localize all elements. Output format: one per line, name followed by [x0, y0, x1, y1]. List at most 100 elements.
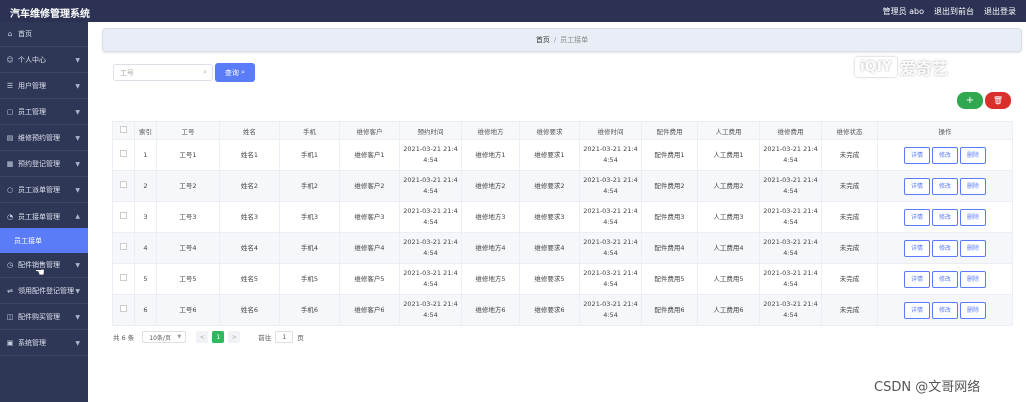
cell-customer: 维修客户1 — [339, 139, 400, 171]
row-select-cell[interactable] — [112, 170, 135, 202]
detail-button[interactable]: 详情 — [904, 146, 930, 164]
cell-repair-request: 维修要求1 — [519, 139, 580, 171]
cell-parts-cost: 配件费用3 — [641, 201, 698, 233]
search-button[interactable]: 查询 ⌕ — [215, 63, 255, 82]
edit-button[interactable]: 修改 — [932, 270, 958, 288]
detail-button[interactable]: 详情 — [904, 177, 930, 195]
sidebar-item-system[interactable]: ▣ 系统管理 ▼ — [0, 331, 88, 356]
cell-index: 3 — [134, 201, 157, 233]
sidebar-item-repair-appointment[interactable]: ▤ 维修预约管理 ▼ — [0, 126, 88, 151]
cell-repair-cost: 2021-03-21 21:4 4:54 — [759, 294, 822, 326]
edit-button[interactable]: 修改 — [932, 301, 958, 319]
row-checkbox[interactable] — [120, 242, 127, 250]
row-select-cell[interactable] — [112, 201, 135, 233]
detail-button[interactable]: 详情 — [904, 208, 930, 226]
page-number-current[interactable]: 1 — [212, 331, 225, 343]
cell-name: 姓名6 — [219, 294, 280, 326]
cell-name: 姓名2 — [219, 170, 280, 202]
delete-button[interactable]: 删除 — [960, 301, 986, 319]
row-select-cell[interactable] — [112, 294, 135, 326]
delete-button[interactable]: 删除 — [960, 208, 986, 226]
delete-button[interactable]: 删除 — [960, 146, 986, 164]
datetime-date: 2021-03-21 21:4 — [583, 238, 638, 246]
table-row[interactable]: 6 工号6 姓名6 手机6 维修客户6 2021-03-21 21:4 4:54 维修地方6 维… — [112, 294, 1013, 326]
sidebar-item-label: 员工管理 — [18, 108, 46, 116]
goto-page-input[interactable]: 1 — [275, 331, 294, 343]
table-row[interactable]: 2 工号2 姓名2 手机2 维修客户2 2021-03-21 21:4 4:54 维修地方2 维… — [112, 170, 1013, 202]
chevron-down-icon: ▼ — [75, 314, 80, 321]
datetime-date: 2021-03-21 21:4 — [763, 176, 818, 184]
cell-actions: 详情 修改 删除 — [877, 263, 1013, 295]
row-select-cell[interactable] — [112, 263, 135, 295]
sidebar-item-users[interactable]: ☰ 用户管理 ▼ — [0, 74, 88, 99]
row-select-cell[interactable] — [112, 139, 135, 171]
datetime-time: 4:54 — [783, 156, 798, 164]
cell-repair-cost: 2021-03-21 21:4 4:54 — [759, 232, 822, 264]
cell-labor-cost: 人工费用2 — [697, 170, 760, 202]
trash-icon: 🗑 — [992, 96, 1004, 105]
datetime-date: 2021-03-21 21:4 — [583, 207, 638, 215]
detail-button[interactable]: 详情 — [904, 301, 930, 319]
sidebar-item-staff[interactable]: ▢ 员工管理 ▼ — [0, 100, 88, 125]
table-row[interactable]: 5 工号5 姓名5 手机5 维修客户5 2021-03-21 21:4 4:54 维修地方5 维… — [112, 263, 1013, 295]
edit-button[interactable]: 修改 — [932, 208, 958, 226]
search-input[interactable]: 工号 ⌕ — [113, 64, 213, 81]
row-checkbox[interactable] — [120, 211, 127, 219]
row-checkbox[interactable] — [120, 180, 127, 188]
column-header: 索引 — [134, 121, 157, 140]
delete-button[interactable]: 删除 — [960, 177, 986, 195]
datetime-time: 4:54 — [423, 249, 438, 257]
breadcrumb-home[interactable]: 首页 — [536, 35, 550, 45]
datetime-time: 4:54 — [603, 249, 618, 257]
sidebar-item-personal[interactable]: ☺ 个人中心 ▼ — [0, 48, 88, 73]
sidebar-item-appointment-register[interactable]: ▦ 预约登记管理 ▼ — [0, 152, 88, 177]
prev-page-button[interactable]: < — [196, 331, 209, 343]
page-size-select[interactable]: 10条/页 ▼ — [142, 331, 187, 343]
data-table: 索引 工号 姓名 手机 维修客户 预约时间 维修地方 维修要求 维修时间 配件费… — [112, 121, 1013, 326]
edit-button[interactable]: 修改 — [932, 146, 958, 164]
sidebar-item-dispatch[interactable]: ○ 员工派单管理 ▼ — [0, 178, 88, 203]
row-select-cell[interactable] — [112, 232, 135, 264]
cell-repair-place: 维修地方5 — [461, 263, 520, 295]
header-select-all[interactable] — [112, 121, 135, 140]
delete-button[interactable]: 删除 — [960, 270, 986, 288]
search-button-label: 查询 — [224, 68, 239, 77]
row-checkbox[interactable] — [120, 273, 127, 281]
sidebar-subitem-accept[interactable]: 员工接单 — [0, 228, 88, 253]
table-row[interactable]: 1 工号1 姓名1 手机1 维修客户1 2021-03-21 21:4 4:54 维修地方1 维… — [112, 139, 1013, 171]
batch-delete-button[interactable]: 🗑 — [985, 92, 1011, 109]
cell-customer: 维修客户4 — [339, 232, 400, 264]
table-row[interactable]: 3 工号3 姓名3 手机3 维修客户3 2021-03-21 21:4 4:54 维修地方3 维… — [112, 201, 1013, 233]
detail-button[interactable]: 详情 — [904, 270, 930, 288]
cell-status: 未完成 — [821, 170, 878, 202]
row-checkbox[interactable] — [120, 304, 127, 312]
page-suffix: 页 — [297, 334, 304, 342]
column-header: 维修费用 — [759, 121, 822, 140]
parts-icon: ⇌ — [7, 287, 13, 295]
sidebar-item-label: 员工接单管理 — [18, 212, 60, 221]
column-header: 操作 — [877, 121, 1013, 140]
cell-customer: 维修客户2 — [339, 170, 400, 202]
sidebar-item-accept-orders[interactable]: ◔ 员工接单管理 ▲ — [0, 204, 88, 229]
sidebar-subitem-label: 员工接单 — [14, 236, 42, 245]
table-row[interactable]: 4 工号4 姓名4 手机4 维修客户4 2021-03-21 21:4 4:54 维修地方4 维… — [112, 232, 1013, 264]
cell-index: 2 — [134, 170, 157, 202]
edit-button[interactable]: 修改 — [932, 239, 958, 257]
add-button[interactable]: + — [957, 92, 983, 109]
edit-button[interactable]: 修改 — [932, 177, 958, 195]
back-to-front-link[interactable]: 退出到前台 — [934, 6, 974, 17]
cell-staff-no: 工号4 — [156, 232, 220, 264]
datetime-time: 4:54 — [603, 156, 618, 164]
column-header: 配件费用 — [641, 121, 698, 140]
next-page-button[interactable]: > — [228, 331, 241, 343]
sidebar-item-parts-claim[interactable]: ⇌ 领用配件登记管理 ▼ — [0, 279, 88, 304]
select-all-checkbox[interactable] — [120, 126, 127, 133]
sidebar-item-home[interactable]: ⌂ 首页 — [0, 22, 88, 47]
cell-phone: 手机2 — [279, 170, 340, 202]
sidebar-item-parts-purchase[interactable]: ◫ 配件购买管理 ▼ — [0, 305, 88, 330]
logout-link[interactable]: 退出登录 — [984, 6, 1016, 17]
chevron-down-icon: ▼ — [75, 288, 80, 295]
row-checkbox[interactable] — [120, 149, 127, 157]
delete-button[interactable]: 删除 — [960, 239, 986, 257]
detail-button[interactable]: 详情 — [904, 239, 930, 257]
